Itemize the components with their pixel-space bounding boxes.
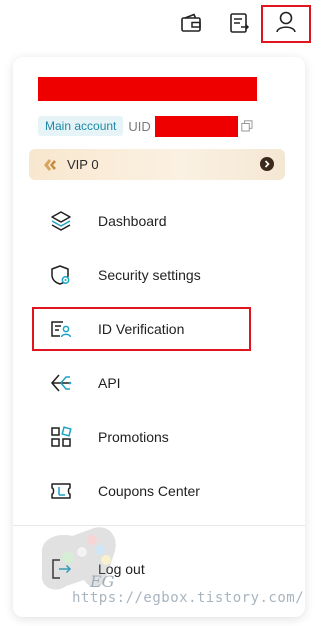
chevron-right-icon (260, 157, 274, 171)
layers-icon (49, 209, 73, 233)
orders-icon[interactable] (226, 10, 252, 36)
redacted-username (38, 77, 257, 101)
menu-label-promotions: Promotions (98, 429, 169, 445)
watermark-url: https://egbox.tistory.com/ (72, 590, 305, 606)
menu-label-api: API (98, 375, 121, 391)
menu-item-api[interactable]: API (13, 361, 305, 405)
menu-item-id-verification[interactable]: ID Verification (13, 307, 305, 351)
vip-icon (41, 156, 59, 174)
menu-item-promotions[interactable]: Promotions (13, 415, 305, 459)
menu-label-dashboard: Dashboard (98, 213, 167, 229)
vip-level-banner[interactable]: VIP 0 (29, 149, 285, 180)
menu-item-coupons-center[interactable]: Coupons Center (13, 469, 305, 513)
user-account-button[interactable] (261, 5, 311, 43)
main-account-badge: Main account (38, 116, 124, 136)
redacted-uid (154, 115, 238, 137)
shield-icon (49, 263, 73, 287)
top-bar (0, 0, 327, 52)
vip-label: VIP 0 (67, 157, 99, 172)
menu-label-id-verification: ID Verification (98, 321, 185, 337)
wallet-icon[interactable] (178, 10, 204, 36)
user-icon (275, 10, 297, 39)
api-icon (49, 371, 73, 395)
copy-icon[interactable] (241, 120, 253, 132)
menu-label-security-settings: Security settings (98, 267, 201, 283)
menu-item-dashboard[interactable]: Dashboard (13, 199, 305, 243)
coupon-icon (49, 479, 73, 503)
id-card-icon (49, 317, 73, 341)
menu-item-security-settings[interactable]: Security settings (13, 253, 305, 297)
uid-label: UID (128, 118, 151, 134)
grid-icon (49, 425, 73, 449)
menu-label-coupons-center: Coupons Center (98, 483, 200, 499)
account-info-row: Main account UID (38, 115, 253, 137)
watermark-logo-text: EG (90, 572, 115, 591)
